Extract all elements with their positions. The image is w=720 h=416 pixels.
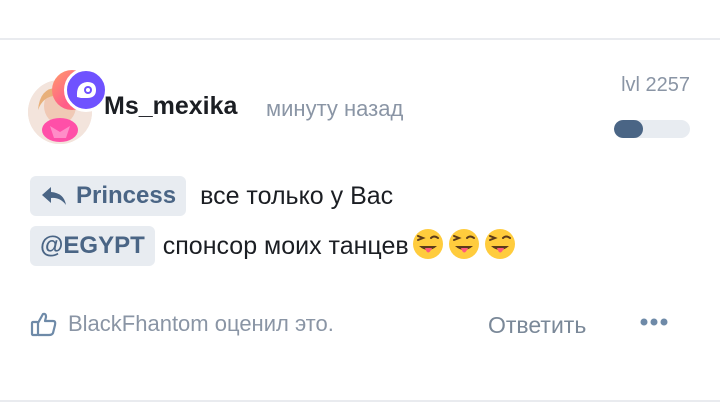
comment-text-line-1: все только у Вас — [200, 181, 394, 210]
reply-to-chip[interactable]: Princess — [30, 176, 187, 216]
author-name[interactable]: Ms_mexika — [104, 92, 237, 121]
author-avatar-group[interactable] — [28, 68, 108, 146]
comment-line-2: @EGYPT спонсор моих танцев — [30, 226, 517, 266]
comment-time: минуту назад — [266, 96, 404, 121]
bottom-divider — [0, 400, 720, 402]
top-divider — [0, 38, 720, 40]
thumbs-up-icon[interactable] — [30, 310, 58, 338]
reply-arrow-icon — [40, 185, 68, 207]
winking-tongue-face-icon — [483, 227, 517, 266]
likes-text: BlackFhantom оценил это. — [68, 311, 334, 336]
likes-info[interactable]: BlackFhantom оценил это. — [30, 310, 334, 338]
more-dots-icon[interactable] — [636, 310, 672, 339]
comment-text-line-2: спонсор моих танцев — [162, 231, 409, 260]
mention-name: @EGYPT — [40, 232, 145, 259]
winking-tongue-face-icon — [411, 227, 445, 266]
ghost-badge-icon — [64, 68, 108, 112]
winking-tongue-face-icon — [447, 227, 481, 266]
reply-button[interactable]: Ответить — [488, 312, 586, 339]
level-label: lvl 2257 — [621, 74, 690, 96]
reply-to-name: Princess — [76, 182, 177, 209]
level-progress-bar — [614, 120, 690, 138]
level-progress-fill — [614, 120, 643, 138]
comment-footer: BlackFhantom оценил это. Ответить — [30, 310, 690, 344]
emoji-group — [409, 227, 517, 266]
comment-line-1: Princess все только у Вас — [30, 176, 393, 216]
mention-chip[interactable]: @EGYPT — [30, 226, 155, 266]
